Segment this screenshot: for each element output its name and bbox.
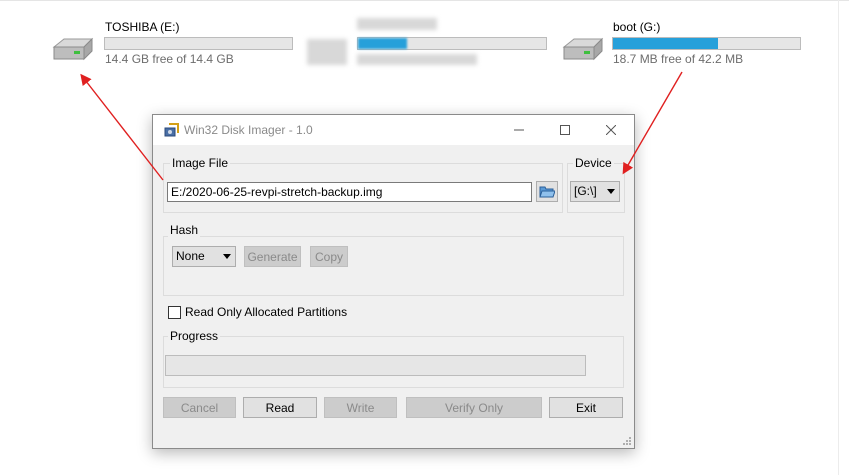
verify-only-button[interactable]: Verify Only bbox=[406, 397, 542, 418]
drive-icon bbox=[52, 37, 94, 61]
title-bar[interactable]: Win32 Disk Imager - 1.0 bbox=[153, 115, 634, 145]
drive-capacity-bar bbox=[612, 37, 801, 50]
drive-name: boot (G:) bbox=[613, 20, 661, 34]
read-button[interactable]: Read bbox=[243, 397, 317, 418]
drive-free-blurred bbox=[357, 54, 477, 65]
drive-capacity-bar bbox=[357, 37, 547, 50]
close-button[interactable] bbox=[588, 115, 634, 145]
drive-icon-blurred bbox=[307, 39, 347, 65]
maximize-icon bbox=[560, 125, 570, 135]
drive-capacity-fill bbox=[358, 38, 407, 49]
read-only-label: Read Only Allocated Partitions bbox=[185, 305, 348, 319]
maximize-button[interactable] bbox=[542, 115, 588, 145]
drive-blurred[interactable] bbox=[305, 15, 555, 67]
cancel-button[interactable]: Cancel bbox=[163, 397, 236, 418]
exit-button[interactable]: Exit bbox=[549, 397, 623, 418]
browse-button[interactable] bbox=[536, 181, 558, 202]
drive-capacity-bar bbox=[104, 37, 293, 50]
image-file-input[interactable]: E:/2020-06-25-revpi-stretch-backup.img bbox=[167, 182, 532, 202]
hash-select[interactable]: None bbox=[172, 246, 236, 267]
write-button[interactable]: Write bbox=[324, 397, 397, 418]
drive-name: TOSHIBA (E:) bbox=[105, 20, 180, 34]
drive-icon bbox=[562, 37, 604, 61]
disk-imager-dialog: Win32 Disk Imager - 1.0 Image File E:/20… bbox=[152, 114, 635, 449]
generate-button[interactable]: Generate bbox=[244, 246, 301, 267]
copy-button[interactable]: Copy bbox=[310, 246, 348, 267]
progress-label: Progress bbox=[168, 329, 221, 343]
device-select[interactable]: [G:\] bbox=[570, 181, 620, 202]
close-icon bbox=[606, 125, 616, 135]
image-file-label: Image File bbox=[170, 156, 231, 170]
drive-free-space: 14.4 GB free of 14.4 GB bbox=[105, 52, 234, 66]
progress-bar bbox=[165, 355, 586, 376]
drive-capacity-fill bbox=[613, 38, 718, 49]
minimize-button[interactable] bbox=[496, 115, 542, 145]
minimize-icon bbox=[514, 129, 524, 131]
resize-grip-icon[interactable] bbox=[622, 436, 632, 446]
folder-open-icon bbox=[539, 186, 555, 197]
right-divider bbox=[838, 0, 839, 475]
chevron-down-icon bbox=[223, 254, 231, 259]
window-title: Win32 Disk Imager - 1.0 bbox=[184, 123, 313, 137]
arrow-to-toshiba bbox=[80, 73, 164, 181]
drive-free-space: 18.7 MB free of 42.2 MB bbox=[613, 52, 744, 66]
drive-boot[interactable]: boot (G:) 18.7 MB free of 42.2 MB bbox=[560, 15, 810, 67]
chevron-down-icon bbox=[607, 189, 615, 194]
drive-toshiba[interactable]: TOSHIBA (E:) 14.4 GB free of 14.4 GB bbox=[50, 15, 300, 67]
read-only-checkbox[interactable] bbox=[168, 306, 181, 319]
hash-label: Hash bbox=[168, 223, 201, 237]
top-divider bbox=[0, 0, 849, 1]
disk-imager-icon bbox=[164, 123, 179, 137]
device-value: [G:\] bbox=[574, 184, 597, 198]
drive-name-blurred bbox=[357, 18, 437, 30]
hash-value: None bbox=[176, 249, 205, 263]
device-label: Device bbox=[573, 156, 614, 170]
